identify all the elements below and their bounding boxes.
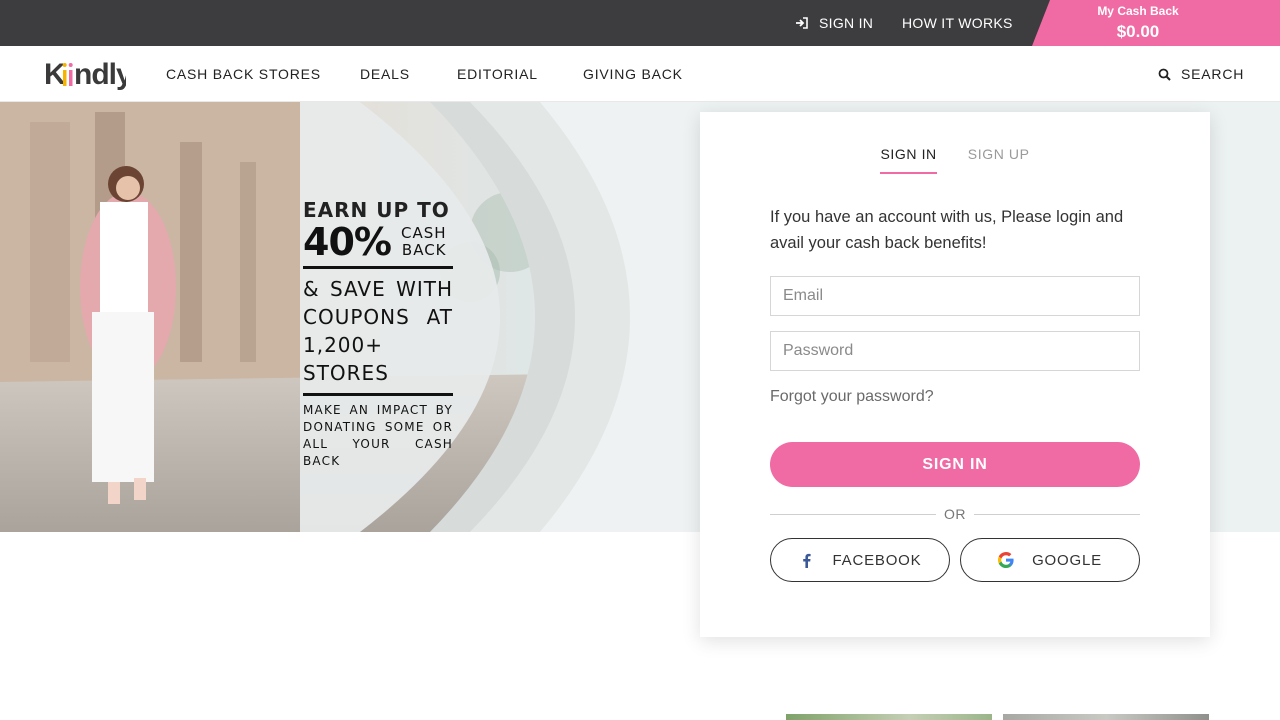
hero-promo-text: EARN UP TO 40% CASH BACK & SAVE WITH COU… [303,198,453,470]
nav-editorial[interactable]: EDITORIAL [457,46,538,102]
top-bar: SIGN IN HOW IT WORKS My Cash Back $0.00 [0,0,1280,46]
hero-back: BACK [401,241,447,259]
kiindly-logo[interactable]: K ndly [44,56,134,102]
hero-stores-line: 1,200+ STORES [303,333,389,385]
nav-giving-back[interactable]: GIVING BACK [583,46,683,102]
nav-cash-back-stores[interactable]: CASH BACK STORES [166,46,321,102]
hero-donating-line: DONATING SOME OR [303,420,453,434]
cash-back-label: My Cash Back [1097,4,1179,18]
sign-in-button[interactable]: SIGN IN [770,442,1140,487]
top-sign-in-link[interactable]: SIGN IN [795,0,873,46]
featured-image-2[interactable] [1003,714,1209,720]
facebook-icon [799,552,815,568]
hero-cashback-line: ALL YOUR CASH BACK [303,437,453,468]
featured-image-1[interactable] [786,714,992,720]
hero-impact-line: MAKE AN IMPACT BY [303,403,453,417]
hero-percent: 40% [303,220,392,264]
how-it-works-label: HOW IT WORKS [902,15,1013,31]
auth-tabs: SIGN IN SIGN UP [700,146,1210,174]
hero-divider-2 [303,393,453,396]
svg-text:K: K [44,58,66,91]
svg-text:ndly: ndly [74,58,126,91]
facebook-login-button[interactable]: FACEBOOK [770,538,950,582]
nav-deals[interactable]: DEALS [360,46,410,102]
hero-divider [303,266,453,269]
facebook-label: FACEBOOK [832,551,922,569]
main-nav: K ndly CASH BACK STORES DEALS EDITORIAL … [0,46,1280,102]
hero-cash: CASH [400,224,447,242]
search-icon [1158,68,1171,81]
hero-save-line: & SAVE WITH [303,277,453,301]
or-label: OR [944,506,966,522]
tab-sign-in[interactable]: SIGN IN [880,146,937,174]
auth-intro-text: If you have an account with us, Please l… [770,208,1124,252]
auth-card: SIGN IN SIGN UP If you have an account w… [700,112,1210,637]
or-divider: OR [770,506,1140,522]
email-field[interactable] [770,276,1140,316]
hero-coupons-line: COUPONS AT [303,305,453,329]
logo-graphic: K ndly [44,58,134,91]
my-cash-back-widget[interactable]: My Cash Back $0.00 [1032,0,1280,46]
cash-back-amount: $0.00 [1116,22,1160,41]
sign-in-icon [796,17,808,29]
password-field[interactable] [770,331,1140,371]
forgot-password-link[interactable]: Forgot your password? [770,388,934,406]
google-label: GOOGLE [1032,551,1102,569]
tab-sign-up[interactable]: SIGN UP [968,146,1030,174]
google-login-button[interactable]: GOOGLE [960,538,1140,582]
hero-headline: EARN UP TO [303,198,450,222]
how-it-works-link[interactable]: HOW IT WORKS [902,0,1013,46]
sign-in-label: SIGN IN [819,15,874,31]
search-label: SEARCH [1181,66,1245,82]
google-icon [998,552,1014,568]
nav-search-button[interactable]: SEARCH [1158,46,1244,102]
